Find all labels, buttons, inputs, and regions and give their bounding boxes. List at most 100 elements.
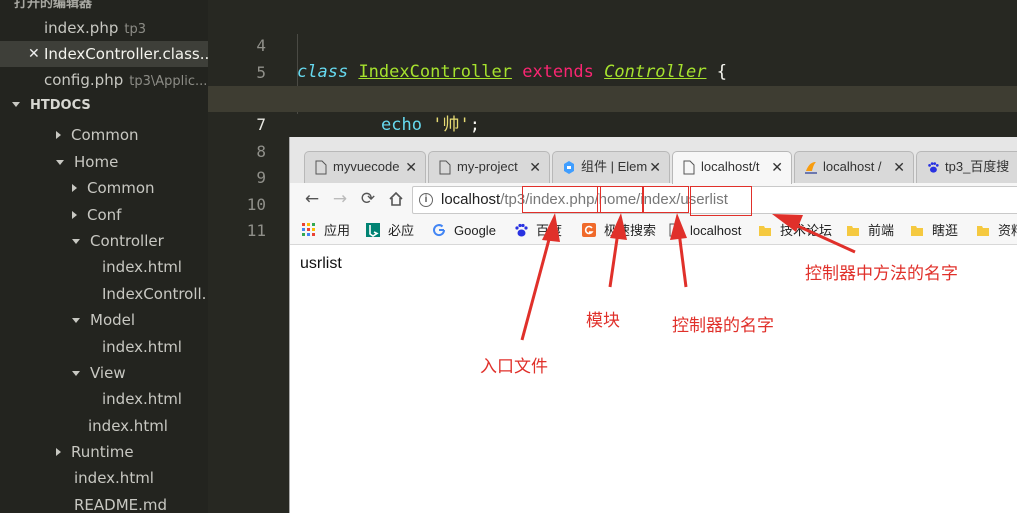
open-file-name: config.php bbox=[44, 71, 124, 89]
bookmark-fast-search[interactable]: 极速搜索 bbox=[582, 222, 656, 240]
tree-folder-controller[interactable]: Controller bbox=[72, 228, 164, 254]
folder-icon bbox=[977, 226, 989, 236]
chevron-right-icon bbox=[56, 448, 61, 456]
tree-label: index.html bbox=[74, 469, 154, 487]
open-file-index-php[interactable]: index.php tp3 bbox=[0, 15, 208, 41]
element-logo-icon bbox=[564, 161, 574, 174]
tab-element-components[interactable]: 组件 | Elem ✕ bbox=[552, 151, 670, 183]
close-icon[interactable]: ✕ bbox=[405, 152, 417, 182]
tree-folder-model[interactable]: Model bbox=[72, 307, 135, 333]
annotation-module: 模块 bbox=[586, 311, 620, 331]
bookmark-label: 瞎逛 bbox=[932, 223, 959, 238]
page-content: usrlist bbox=[290, 245, 1017, 513]
bookmark-google[interactable]: Google bbox=[432, 222, 496, 240]
open-file-path: tp3\Applic... bbox=[129, 74, 208, 89]
tab-baidu-search[interactable]: tp3_百度搜 bbox=[916, 151, 1017, 183]
page-icon bbox=[315, 160, 327, 175]
chevron-down-icon bbox=[72, 239, 80, 244]
chevron-right-icon bbox=[72, 211, 77, 219]
folder-icon bbox=[759, 226, 771, 236]
bookmark-bing[interactable]: 必应 bbox=[366, 222, 414, 240]
highlight-method bbox=[690, 186, 752, 216]
reload-icon[interactable]: ⟳ bbox=[356, 187, 380, 211]
folder-icon bbox=[911, 226, 923, 236]
bookmark-folder-frontend[interactable]: 前端 bbox=[846, 222, 894, 240]
back-arrow-icon[interactable]: ← bbox=[300, 187, 324, 211]
tree-folder-home[interactable]: Home bbox=[56, 149, 118, 175]
tree-file-index-html[interactable]: index.html bbox=[102, 334, 182, 360]
tab-phpmyadmin[interactable]: localhost / ✕ bbox=[794, 151, 914, 183]
tab-title: 组件 | Elem bbox=[581, 159, 648, 174]
tab-localhost-active[interactable]: localhost/t ✕ bbox=[672, 151, 792, 184]
close-icon[interactable]: ✕ bbox=[649, 152, 661, 182]
tab-strip: myvuecode ✕ my-project ✕ 组件 | Elem ✕ loc… bbox=[290, 137, 1017, 184]
bookmark-folder-browse[interactable]: 瞎逛 bbox=[910, 222, 958, 240]
tree-label: Runtime bbox=[71, 443, 134, 461]
bookmark-folder-resources[interactable]: 资料 bbox=[976, 222, 1017, 240]
open-file-indexcontroller[interactable]: ✕ IndexController.class.... bbox=[0, 41, 208, 67]
open-editors-header[interactable]: 打开的编辑器 bbox=[14, 0, 92, 11]
annotation-method-name: 控制器中方法的名字 bbox=[805, 264, 958, 284]
highlight-controller bbox=[642, 186, 689, 213]
tree-label: IndexControll... bbox=[102, 285, 208, 303]
tree-label: index.html bbox=[88, 417, 168, 435]
tree-file-index-html[interactable]: index.html bbox=[102, 386, 182, 412]
page-output-text: usrlist bbox=[300, 255, 342, 272]
bookmark-label: 技术论坛 bbox=[780, 223, 833, 238]
home-icon[interactable] bbox=[384, 187, 408, 211]
tree-label: README.md bbox=[74, 496, 168, 513]
info-icon[interactable]: i bbox=[419, 193, 433, 207]
tree-label: Common bbox=[87, 179, 155, 197]
tab-myvuecode[interactable]: myvuecode ✕ bbox=[304, 151, 426, 183]
code-line: 5 public function index(){ bbox=[208, 34, 1017, 109]
tree-label: index.html bbox=[102, 338, 182, 356]
page-icon bbox=[439, 160, 451, 175]
tab-title: localhost/t bbox=[701, 159, 760, 174]
bookmark-label: 资料 bbox=[998, 223, 1017, 238]
tree-folder-common[interactable]: Common bbox=[56, 122, 139, 148]
close-icon[interactable]: ✕ bbox=[893, 152, 905, 182]
folder-htdocs[interactable]: HTDOCS bbox=[0, 94, 208, 118]
tree-folder-runtime[interactable]: Runtime bbox=[56, 439, 134, 465]
tree-file-readme[interactable]: README.md bbox=[74, 492, 167, 513]
chevron-down-icon bbox=[12, 102, 20, 107]
tree-folder-view[interactable]: View bbox=[72, 360, 126, 386]
tree-folder-conf[interactable]: Conf bbox=[72, 202, 121, 228]
bookmark-label: 百度 bbox=[536, 223, 563, 238]
tree-label: Home bbox=[74, 153, 119, 171]
page-icon bbox=[669, 223, 681, 237]
tab-my-project[interactable]: my-project ✕ bbox=[428, 151, 550, 183]
url-host: localhost bbox=[441, 191, 501, 208]
baidu-paw-icon bbox=[515, 223, 528, 237]
tree-file-indexcontroller[interactable]: IndexControll... bbox=[102, 281, 208, 307]
bookmark-apps[interactable]: 应用 bbox=[302, 222, 350, 240]
bookmark-label: 极速搜索 bbox=[604, 223, 657, 238]
bookmark-localhost[interactable]: localhost bbox=[668, 222, 741, 240]
forward-arrow-icon[interactable]: → bbox=[328, 187, 352, 211]
bookmark-folder-tech-forum[interactable]: 技术论坛 bbox=[758, 222, 832, 240]
chevron-right-icon bbox=[56, 131, 61, 139]
close-icon[interactable]: ✕ bbox=[28, 41, 40, 67]
open-file-config-php[interactable]: config.php tp3\Applic... bbox=[0, 67, 208, 93]
line-number: 11 bbox=[246, 221, 266, 240]
tab-title: localhost / bbox=[823, 159, 882, 174]
highlight-module bbox=[597, 186, 644, 213]
tree-label: Conf bbox=[87, 206, 122, 224]
tree-file-index-html[interactable]: index.html bbox=[102, 254, 182, 280]
close-icon[interactable]: ✕ bbox=[529, 152, 541, 182]
apps-grid-icon bbox=[302, 223, 315, 236]
close-icon[interactable]: ✕ bbox=[771, 152, 783, 182]
code-line: 6 echo '帅'; bbox=[208, 60, 1017, 135]
chevron-down-icon bbox=[72, 318, 80, 323]
open-file-path: tp3 bbox=[124, 22, 146, 37]
tree-folder-home-common[interactable]: Common bbox=[72, 175, 155, 201]
annotation-entry-file: 入口文件 bbox=[480, 357, 548, 377]
tree-file-index-html[interactable]: index.html bbox=[74, 465, 154, 491]
google-icon bbox=[433, 224, 446, 237]
tree-file-index-html[interactable]: index.html bbox=[88, 413, 168, 439]
tree-label: Common bbox=[71, 126, 139, 144]
folder-icon bbox=[847, 226, 859, 236]
chevron-down-icon bbox=[72, 371, 80, 376]
bookmark-label: 应用 bbox=[324, 223, 351, 238]
bookmark-baidu[interactable]: 百度 bbox=[514, 222, 562, 240]
